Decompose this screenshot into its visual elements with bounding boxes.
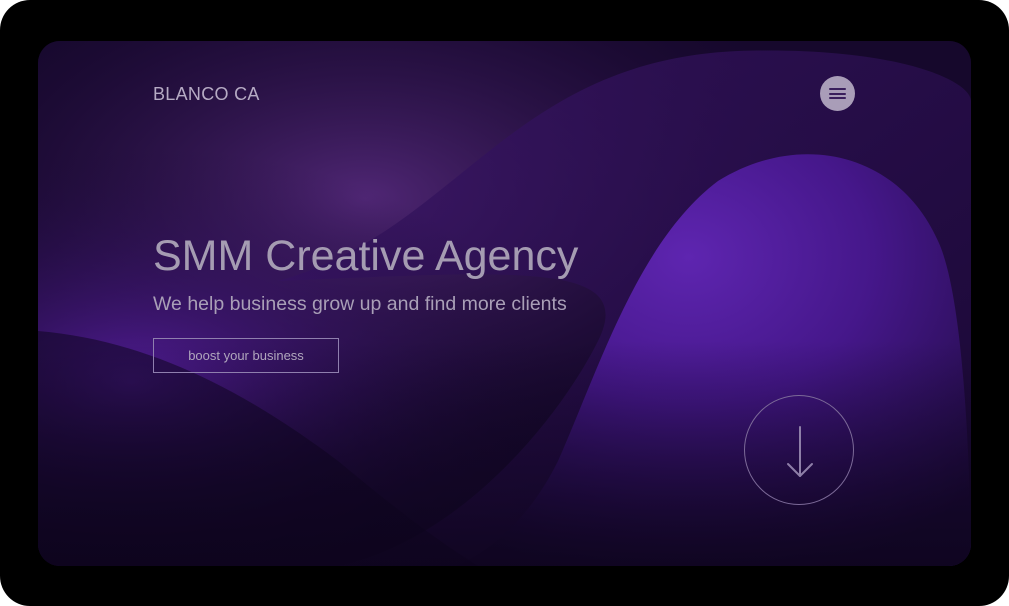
hero-section: BLANCO CA SMM Creative Agency We help bu… bbox=[38, 41, 971, 566]
brand-logo[interactable]: BLANCO CA bbox=[153, 84, 260, 105]
menu-bar bbox=[829, 88, 846, 90]
hero-title: SMM Creative Agency bbox=[153, 232, 579, 280]
hamburger-menu-icon[interactable] bbox=[820, 76, 855, 111]
menu-bar bbox=[829, 92, 846, 95]
arrow-down-icon bbox=[787, 426, 813, 477]
scroll-down-button[interactable] bbox=[744, 395, 854, 505]
boost-business-button[interactable]: boost your business bbox=[153, 338, 339, 373]
device-frame: BLANCO CA SMM Creative Agency We help bu… bbox=[0, 0, 1009, 606]
hero-subtitle: We help business grow up and find more c… bbox=[153, 293, 567, 315]
menu-bar bbox=[829, 97, 846, 99]
